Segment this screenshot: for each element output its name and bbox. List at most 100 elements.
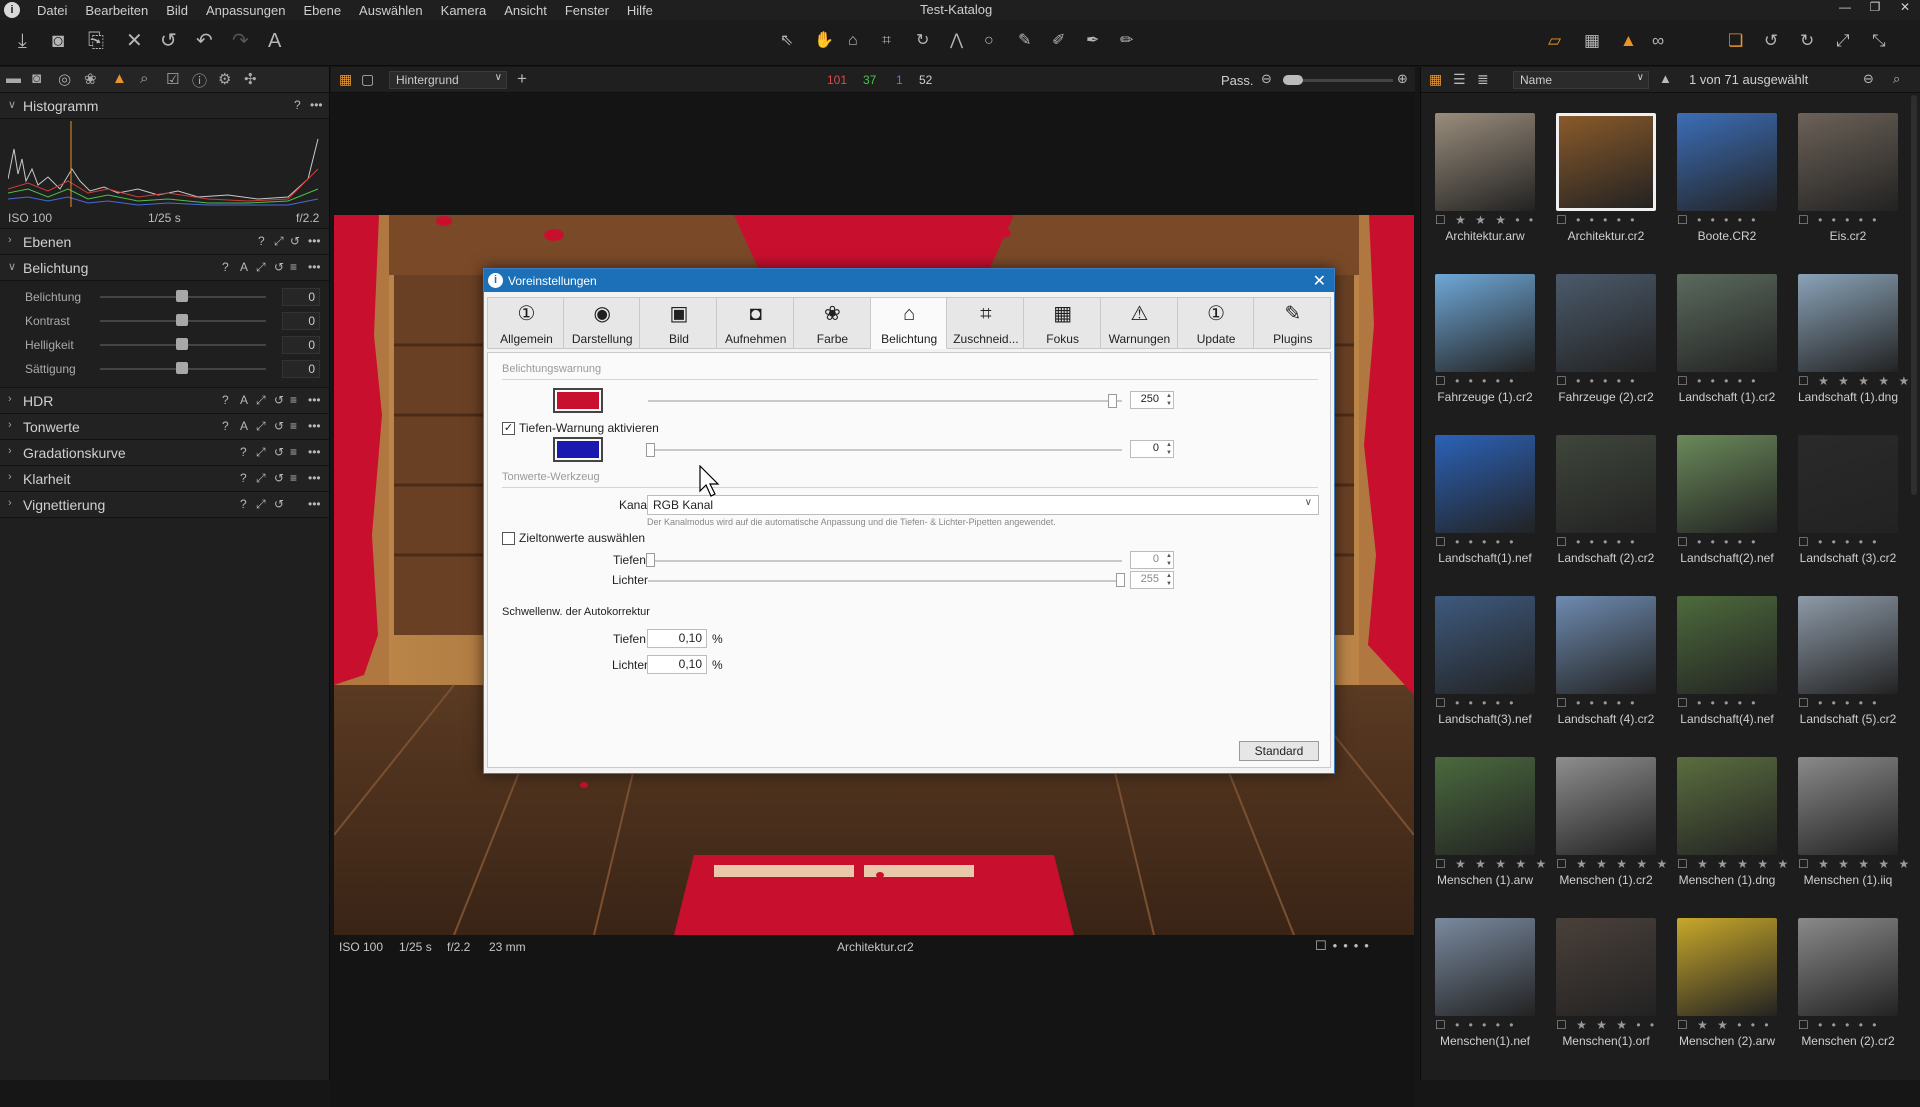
- thumbnail-item[interactable]: ☐ • • • • • Eis.cr2: [1788, 113, 1908, 273]
- auto-shadows-input[interactable]: 0,10: [647, 629, 707, 648]
- thumbnail-rating[interactable]: ☐ ★ ★ • • •: [1677, 1018, 1777, 1032]
- auto-icon[interactable]: A: [240, 260, 248, 274]
- eraser-tool-icon[interactable]: ✏: [1120, 30, 1133, 52]
- thumbnail-item[interactable]: ☐ • • • • • Landschaft (3).cr2: [1788, 435, 1908, 595]
- thumbnail-item[interactable]: ☐ • • • • • Fahrzeuge (2).cr2: [1546, 274, 1666, 434]
- tab-7[interactable]: ▦ Fokus: [1024, 297, 1101, 349]
- slider-handle[interactable]: [176, 314, 188, 326]
- menu-item-3[interactable]: Anpassungen: [197, 3, 295, 18]
- zoom-out-icon[interactable]: ⊖: [1261, 71, 1272, 87]
- shadow-warning-checkbox[interactable]: ✓: [502, 422, 515, 435]
- details-tab-icon[interactable]: ⌕: [140, 70, 148, 87]
- add-icon[interactable]: +: [517, 69, 527, 89]
- rating-control[interactable]: ☐••••: [1315, 938, 1375, 954]
- close-icon[interactable]: ✕: [1313, 271, 1326, 291]
- reset-icon[interactable]: ↺: [274, 260, 284, 274]
- tab-6[interactable]: ⌗ Zuschneid...: [947, 297, 1025, 349]
- spin-arrows-icon[interactable]: ▲ ▼: [1166, 392, 1172, 408]
- tab-1[interactable]: ◉ Darstellung: [563, 297, 641, 349]
- help-icon[interactable]: ?: [222, 393, 229, 407]
- presets-icon[interactable]: ≡: [290, 260, 297, 274]
- filmstrip-view-icon[interactable]: ≣: [1477, 71, 1489, 88]
- help-icon[interactable]: ?: [222, 419, 229, 433]
- reset-icon[interactable]: ↺: [274, 393, 284, 407]
- more-icon[interactable]: •••: [308, 234, 321, 248]
- copy-icon[interactable]: ⤢: [274, 234, 284, 249]
- thumbnail-image[interactable]: [1798, 918, 1898, 1016]
- copy-icon[interactable]: ⤢: [256, 497, 266, 512]
- thumbnail-rating[interactable]: ☐ • • • • •: [1435, 1018, 1535, 1032]
- tab-4[interactable]: ❀ Farbe: [793, 297, 871, 349]
- thumbnail-rating[interactable]: ☐ ★ ★ ★ • •: [1556, 1018, 1656, 1032]
- thumbnail-image[interactable]: [1435, 596, 1535, 694]
- thumbnail-item[interactable]: ☐ ★ ★ ★ ★ ★ Menschen (1).iiq: [1788, 757, 1909, 917]
- lens-tab-icon[interactable]: ◎: [58, 70, 71, 88]
- shadow-threshold-handle[interactable]: [646, 443, 655, 457]
- thumbnail-image[interactable]: [1798, 435, 1898, 533]
- copy-icon[interactable]: ⤢: [256, 260, 266, 275]
- minimize-icon[interactable]: —: [1830, 0, 1860, 14]
- thumbnail-rating[interactable]: ☐ • • • • •: [1677, 535, 1777, 549]
- thumbnail-rating[interactable]: ☐ • • • • •: [1677, 374, 1777, 388]
- presets-icon[interactable]: ≡: [290, 393, 297, 407]
- thumbnail-rating[interactable]: ☐ ★ ★ ★ ★ ★: [1798, 374, 1909, 388]
- thumbnail-item[interactable]: ☐ • • • • • Architektur.cr2: [1546, 113, 1666, 273]
- thumbnail-rating[interactable]: ☐ • • • • •: [1798, 696, 1898, 710]
- thumbnail-image[interactable]: [1435, 113, 1535, 211]
- more-icon[interactable]: •••: [310, 98, 323, 112]
- menu-item-1[interactable]: Bearbeiten: [76, 3, 157, 18]
- thumbnail-image[interactable]: [1677, 757, 1777, 855]
- thumbnail-item[interactable]: ☐ • • • • • Landschaft(1).nef: [1425, 435, 1545, 595]
- thumbnail-item[interactable]: ☐ • • • • • Landschaft(4).nef: [1667, 596, 1787, 756]
- thumbnail-rating[interactable]: ☐ • • • • •: [1798, 1018, 1898, 1032]
- menu-item-7[interactable]: Ansicht: [495, 3, 556, 18]
- thumbnail-rating[interactable]: ☐ • • • • •: [1677, 696, 1777, 710]
- thumbnail-image[interactable]: [1798, 113, 1898, 211]
- reset-icon[interactable]: ↺: [274, 471, 284, 485]
- menu-item-5[interactable]: Auswählen: [350, 3, 432, 18]
- help-icon[interactable]: ?: [240, 445, 247, 459]
- tab-3[interactable]: ◘ Aufnehmen: [717, 297, 794, 349]
- highlight-color-swatch[interactable]: [553, 388, 603, 413]
- capture-tab-icon[interactable]: ◙: [32, 70, 41, 87]
- sort-select[interactable]: Name ∨: [1513, 71, 1649, 89]
- undo-icon[interactable]: ↶: [196, 30, 213, 52]
- highlight-threshold-input[interactable]: 250 ▲ ▼: [1130, 391, 1174, 409]
- pan-tool-icon[interactable]: ✋: [814, 30, 834, 52]
- zoom-slider-handle[interactable]: [1283, 75, 1303, 85]
- compare-icon[interactable]: ∞: [1652, 30, 1664, 52]
- tab-0[interactable]: ① Allgemein: [487, 297, 564, 349]
- thumbnail-image[interactable]: [1556, 274, 1656, 372]
- highlight-threshold-slider[interactable]: [648, 400, 1122, 402]
- thumbnail-image[interactable]: [1556, 435, 1656, 533]
- slider-handle[interactable]: [176, 338, 188, 350]
- more-icon[interactable]: •••: [308, 260, 321, 274]
- spin-arrows-icon[interactable]: ▲ ▼: [1166, 572, 1172, 588]
- spin-arrows-icon[interactable]: ▲ ▼: [1166, 552, 1172, 568]
- thumbnail-rating[interactable]: ☐ • • • • •: [1435, 535, 1535, 549]
- output-tab-icon[interactable]: ⚙: [218, 70, 231, 88]
- batch-tab-icon[interactable]: ✣: [244, 70, 257, 88]
- thumbnail-item[interactable]: ☐ ★ ★ • • • Menschen (2).arw: [1667, 918, 1787, 1078]
- thumbnail-rating[interactable]: ☐ ★ ★ ★ • •: [1435, 213, 1535, 227]
- rotate-tool-icon[interactable]: ↻: [916, 30, 929, 52]
- target-highlights-input[interactable]: 255 ▲ ▼: [1130, 571, 1174, 589]
- circle-tool-icon[interactable]: ○: [984, 30, 994, 52]
- grid-view-icon[interactable]: ▦: [1429, 71, 1442, 88]
- menu-item-8[interactable]: Fenster: [556, 3, 618, 18]
- levels-section[interactable]: › Tonwerte ? A ⤢ ↺ ≡ •••: [0, 414, 329, 440]
- thumbnail-item[interactable]: ☐ • • • • • Landschaft (5).cr2: [1788, 596, 1908, 756]
- vignette-section[interactable]: › Vignettierung ? ⤢ ↺ •••: [0, 492, 329, 518]
- keystone-tool-icon[interactable]: ⋀: [950, 30, 963, 52]
- stamp-tool-icon[interactable]: ⌂: [848, 30, 858, 52]
- tab-10[interactable]: ✎ Plugins: [1254, 297, 1332, 349]
- clarity-section[interactable]: › Klarheit ? ⤢ ↺ ≡ •••: [0, 466, 329, 492]
- tab-2[interactable]: ▣ Bild: [640, 297, 718, 349]
- thumbnail-item[interactable]: ☐ • • • • • Boote.CR2: [1667, 113, 1787, 273]
- maximize-icon[interactable]: ❐: [1860, 0, 1890, 14]
- menu-item-6[interactable]: Kamera: [432, 3, 496, 18]
- zoom-in-icon[interactable]: ⊕: [1397, 71, 1408, 87]
- highlight-threshold-handle[interactable]: [1107, 394, 1117, 408]
- slider-value-input[interactable]: 0: [282, 336, 320, 354]
- thumbnail-item[interactable]: ☐ ★ ★ ★ ★ ★ Menschen (1).cr2: [1546, 757, 1667, 917]
